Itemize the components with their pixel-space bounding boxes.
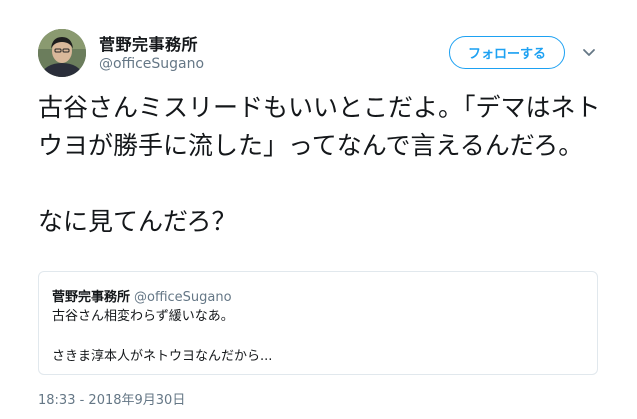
quoted-author-handle: @officeSugano [134, 290, 232, 305]
tweet-text: 古谷さんミスリードもいいとこだよ。「デマはネトウヨが勝手に流した」ってなんで言え… [38, 93, 601, 236]
profile-photo-icon [38, 29, 86, 77]
author-handle[interactable]: @officeSugano [99, 56, 204, 72]
quoted-author-display-name: 菅野完事務所 [52, 290, 131, 305]
tweet-timestamp[interactable]: 18:33 - 2018年9月30日 [38, 389, 185, 408]
avatar[interactable] [38, 29, 86, 77]
author-display-name[interactable]: 菅野完事務所 [99, 31, 198, 55]
chevron-down-icon[interactable] [581, 44, 597, 60]
quoted-tweet-header: 菅野完事務所 @officeSugano [52, 286, 232, 305]
follow-button[interactable]: フォローする [449, 36, 565, 69]
quoted-tweet-text: 古谷さん相変わらず緩いなあ。 さきま淳本人がネトウヨなんだから... [52, 309, 273, 364]
quoted-tweet[interactable]: 菅野完事務所 @officeSugano 古谷さん相変わらず緩いなあ。 さきま淳本… [38, 271, 598, 375]
